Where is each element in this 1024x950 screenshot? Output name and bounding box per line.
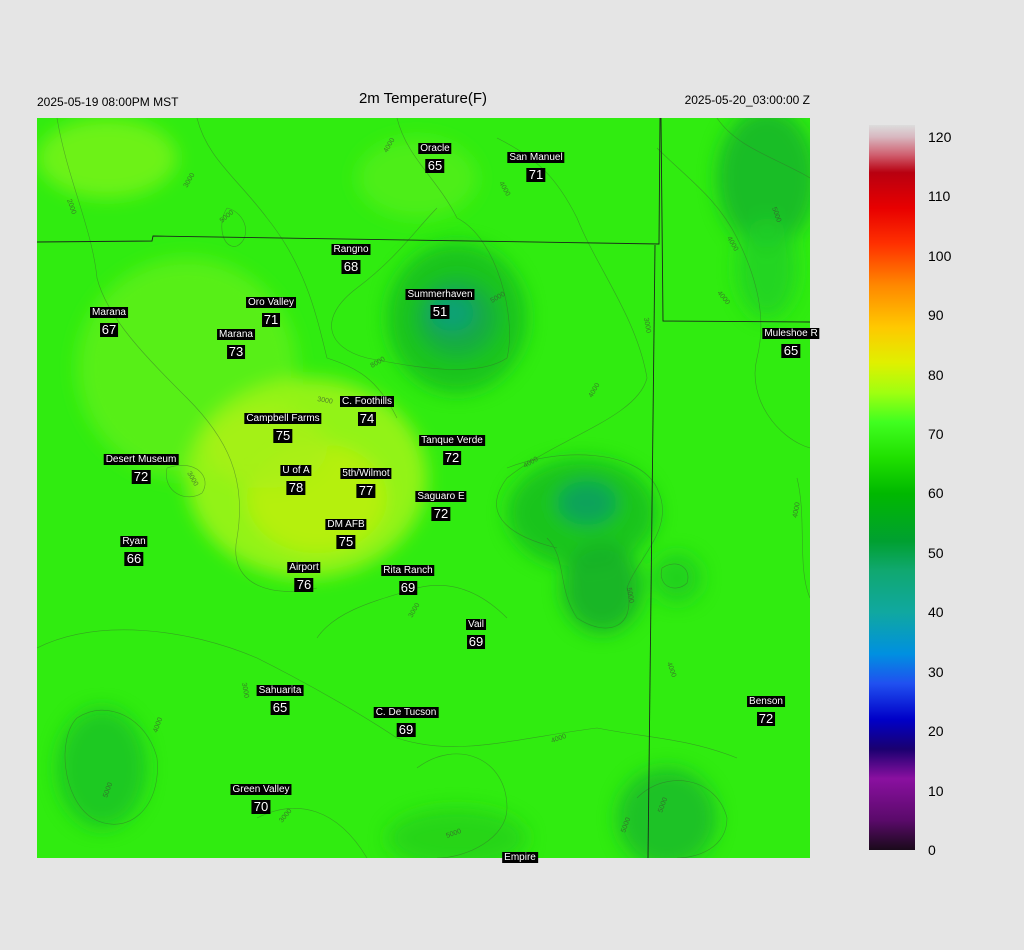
station-name: Desert Museum	[103, 454, 179, 465]
station-name: DM AFB	[325, 519, 367, 530]
station-value: 75	[273, 428, 293, 443]
station-name: Oracle	[418, 143, 452, 154]
station-name: Sahuarita	[256, 685, 304, 696]
temperature-colorbar	[869, 125, 915, 850]
station-ryan: Ryan 66	[120, 531, 148, 566]
station-u-of-a: U of A 78	[280, 460, 312, 495]
station-desert-museum: Desert Museum 72	[103, 449, 179, 484]
station-benson: Benson 72	[747, 691, 785, 726]
station-name: C. De Tucson	[373, 707, 439, 718]
station-name: Ryan	[120, 536, 148, 547]
station-value: 71	[526, 167, 546, 182]
station-value: 76	[294, 577, 314, 592]
station-airport: Airport 76	[287, 557, 321, 592]
station-value: 69	[466, 634, 486, 649]
station-name: Summerhaven	[405, 289, 475, 300]
station-name: Airport	[287, 562, 321, 573]
station-value: 77	[356, 483, 376, 498]
station-value: 72	[431, 506, 451, 521]
colorbar-tick-label: 30	[928, 663, 944, 680]
colorbar-tick-label: 100	[928, 247, 952, 264]
station-campbell-farms: Campbell Farms 75	[244, 408, 322, 443]
colorbar-tick-label: 120	[928, 128, 952, 145]
station-vail: Vail 69	[466, 614, 486, 649]
station-value: 70	[251, 799, 271, 814]
station-dm-afb: DM AFB 75	[325, 514, 367, 549]
station-name: Tanque Verde	[419, 435, 485, 446]
station-name: San Manuel	[507, 152, 565, 163]
colorbar-tick-label: 60	[928, 485, 944, 502]
station-value: 71	[261, 312, 281, 327]
colorbar-tick-label: 20	[928, 723, 944, 740]
station-value: 65	[781, 343, 801, 358]
station-name: U of A	[280, 465, 312, 476]
station-value: 69	[398, 580, 418, 595]
station-rangno: Rangno 68	[331, 239, 371, 274]
station-value: 72	[756, 711, 776, 726]
station-name: Rangno	[331, 244, 371, 255]
station-value: 67	[99, 322, 119, 337]
station-name: Marana	[217, 329, 255, 340]
colorbar-tick-label: 90	[928, 307, 944, 324]
station-marana: Marana 73	[217, 324, 255, 359]
station-c-foothills: C. Foothills 74	[339, 391, 395, 426]
station-marana-west: Marana 67	[90, 302, 128, 337]
station-saguaro-e: Saguaro E 72	[415, 486, 467, 521]
station-oro-valley: Oro Valley 71	[246, 292, 296, 327]
station-muleshoe-r: Muleshoe R 65	[762, 323, 820, 358]
station-name: Green Valley	[230, 784, 292, 795]
station-value: 68	[341, 259, 361, 274]
station-name: Saguaro E	[415, 491, 467, 502]
station-sahuarita: Sahuarita 65	[256, 680, 304, 715]
station-green-valley: Green Valley 70	[230, 779, 292, 814]
station-name: Empire	[502, 852, 538, 863]
station-empire: Empire	[502, 847, 538, 865]
station-value: 78	[286, 480, 306, 495]
colorbar-tick-label: 50	[928, 544, 944, 561]
station-rita-ranch: Rita Ranch 69	[381, 560, 435, 595]
station-name: Rita Ranch	[381, 565, 435, 576]
station-san-manuel: San Manuel 71	[507, 147, 565, 182]
station-name: Campbell Farms	[244, 413, 322, 424]
station-name: C. Foothills	[339, 396, 395, 407]
colorbar-tick-label: 40	[928, 604, 944, 621]
colorbar-tick-label: 70	[928, 426, 944, 443]
colorbar-tick-label: 110	[928, 188, 951, 205]
station-c-de-tucson: C. De Tucson 69	[373, 702, 439, 737]
station-value: 74	[357, 411, 377, 426]
station-value: 51	[430, 304, 450, 319]
colorbar-tick-label: 10	[928, 782, 944, 799]
colorbar-tick-label: 80	[928, 366, 944, 383]
colorbar-tick-label: 0	[928, 842, 936, 858]
station-value: 75	[336, 534, 356, 549]
station-oracle: Oracle 65	[418, 138, 452, 173]
station-value: 65	[270, 700, 290, 715]
utc-time-label: 2025-05-20_03:00:00 Z	[684, 93, 810, 107]
station-value: 73	[226, 344, 246, 359]
station-5th-wilmot: 5th/Wilmot 77	[340, 463, 392, 498]
station-name: Vail	[466, 619, 486, 630]
station-value: 69	[396, 722, 416, 737]
station-name: Muleshoe R	[762, 328, 820, 339]
station-value: 72	[131, 469, 151, 484]
station-name: 5th/Wilmot	[340, 468, 392, 479]
station-name: Oro Valley	[246, 297, 296, 308]
station-value: 66	[124, 551, 144, 566]
station-summerhaven: Summerhaven 51	[405, 284, 475, 319]
station-value: 65	[425, 158, 445, 173]
station-value: 72	[442, 450, 462, 465]
station-name: Marana	[90, 307, 128, 318]
station-name: Benson	[747, 696, 785, 707]
station-tanque-verde: Tanque Verde 72	[419, 430, 485, 465]
